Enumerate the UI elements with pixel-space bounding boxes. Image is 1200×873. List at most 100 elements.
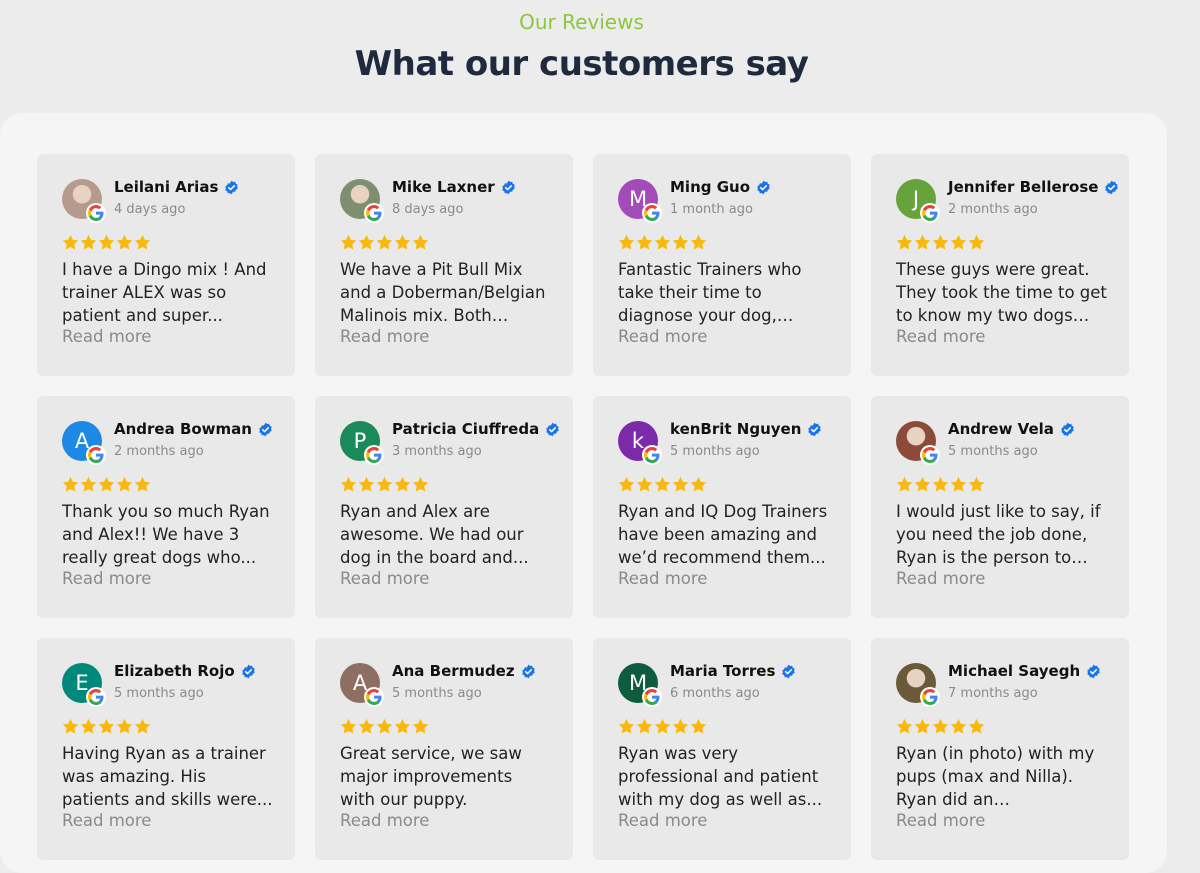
star-rating	[340, 718, 429, 735]
read-more-link[interactable]: Read more	[618, 811, 707, 830]
read-more-link[interactable]: Read more	[896, 327, 985, 346]
star-icon	[896, 718, 913, 734]
star-icon	[394, 718, 411, 734]
review-card: k kenBrit Nguyen 5 months ago Ryan and IQ D…	[593, 396, 851, 618]
review-text: We have a Pit Bull Mix and a Doberman/Be…	[340, 260, 546, 325]
reviewer-name: Ana Bermudez	[392, 662, 515, 680]
star-rating	[340, 234, 429, 251]
star-icon	[672, 476, 689, 492]
star-icon	[690, 718, 707, 734]
star-icon	[968, 234, 985, 250]
reviewer-name: Ming Guo	[670, 178, 751, 196]
star-icon	[376, 234, 393, 250]
reviewer-name: kenBrit Nguyen	[670, 420, 802, 438]
star-rating	[62, 718, 151, 735]
star-icon	[80, 476, 97, 492]
review-text: Ryan (in photo) with my pups (max and Ni…	[896, 744, 1095, 809]
star-icon	[376, 718, 393, 734]
google-icon	[86, 203, 106, 223]
review-date: 6 months ago	[670, 686, 760, 701]
star-icon	[950, 476, 967, 492]
read-more-link[interactable]: Read more	[340, 811, 429, 830]
read-more-link[interactable]: Read more	[62, 569, 151, 588]
star-rating	[62, 476, 151, 493]
star-icon	[394, 476, 411, 492]
review-card: Michael Sayegh 7 months ago Ryan (in photo…	[871, 638, 1129, 860]
read-more-link[interactable]: Read more	[618, 569, 707, 588]
reviewer-name: Jennifer Bellerose	[948, 178, 1099, 196]
star-icon	[654, 718, 671, 734]
review-card: Leilani Arias 4 days ago I have a Dingo mi…	[37, 154, 295, 376]
star-icon	[394, 234, 411, 250]
star-rating	[340, 476, 429, 493]
star-icon	[950, 234, 967, 250]
star-icon	[618, 718, 635, 734]
star-icon	[672, 718, 689, 734]
review-text: These guys were great. They took the tim…	[896, 260, 1107, 325]
star-icon	[376, 476, 393, 492]
review-card: A Andrea Bowman 2 months ago Thank you so m…	[37, 396, 295, 618]
read-more-link[interactable]: Read more	[340, 569, 429, 588]
star-icon	[358, 234, 375, 250]
review-card: P Patricia Ciuffreda 3 months ago Ryan and …	[315, 396, 573, 618]
star-rating	[618, 234, 707, 251]
verified-badge-icon	[241, 664, 256, 679]
read-more-link[interactable]: Read more	[618, 327, 707, 346]
read-more-link[interactable]: Read more	[340, 327, 429, 346]
google-icon	[364, 445, 384, 465]
section-title: What our customers say	[354, 44, 809, 84]
verified-badge-icon	[501, 180, 516, 195]
review-text: Great service, we saw major improvements…	[340, 744, 522, 809]
star-icon	[98, 476, 115, 492]
review-card: M Ming Guo 1 month ago Fantastic Trainers w…	[593, 154, 851, 376]
star-icon	[618, 234, 635, 250]
star-icon	[896, 476, 913, 492]
reviewer-name: Andrea Bowman	[114, 420, 252, 438]
reviewer-name: Maria Torres	[670, 662, 776, 680]
star-icon	[968, 718, 985, 734]
star-icon	[134, 476, 151, 492]
verified-badge-icon	[1104, 180, 1119, 195]
star-icon	[116, 476, 133, 492]
star-icon	[654, 234, 671, 250]
star-icon	[654, 476, 671, 492]
review-card: J Jennifer Bellerose 2 months ago These guy…	[871, 154, 1129, 376]
star-icon	[116, 718, 133, 734]
verified-badge-icon	[521, 664, 536, 679]
star-icon	[412, 476, 429, 492]
star-icon	[80, 718, 97, 734]
star-icon	[950, 718, 967, 734]
star-icon	[690, 476, 707, 492]
star-icon	[618, 476, 635, 492]
star-icon	[62, 476, 79, 492]
star-icon	[914, 234, 931, 250]
star-icon	[340, 234, 357, 250]
review-text: I would just like to say, if you need th…	[896, 502, 1101, 567]
star-rating	[618, 718, 707, 735]
review-text: Fantastic Trainers who take their time t…	[618, 260, 802, 325]
read-more-link[interactable]: Read more	[62, 327, 151, 346]
star-rating	[896, 234, 985, 251]
read-more-link[interactable]: Read more	[896, 811, 985, 830]
read-more-link[interactable]: Read more	[896, 569, 985, 588]
star-rating	[896, 718, 985, 735]
star-rating	[618, 476, 707, 493]
review-card: E Elizabeth Rojo 5 months ago Having Ryan a…	[37, 638, 295, 860]
review-date: 8 days ago	[392, 202, 464, 217]
review-card: A Ana Bermudez 5 months ago Great service, …	[315, 638, 573, 860]
star-icon	[412, 718, 429, 734]
star-icon	[80, 234, 97, 250]
verified-badge-icon	[756, 180, 771, 195]
star-rating	[62, 234, 151, 251]
reviewer-name: Mike Laxner	[392, 178, 495, 196]
star-icon	[116, 234, 133, 250]
star-icon	[968, 476, 985, 492]
star-icon	[932, 718, 949, 734]
verified-badge-icon	[1086, 664, 1101, 679]
google-icon	[920, 445, 940, 465]
star-icon	[98, 234, 115, 250]
read-more-link[interactable]: Read more	[62, 811, 151, 830]
star-icon	[412, 234, 429, 250]
review-date: 5 months ago	[114, 686, 204, 701]
reviewer-name: Elizabeth Rojo	[114, 662, 235, 680]
